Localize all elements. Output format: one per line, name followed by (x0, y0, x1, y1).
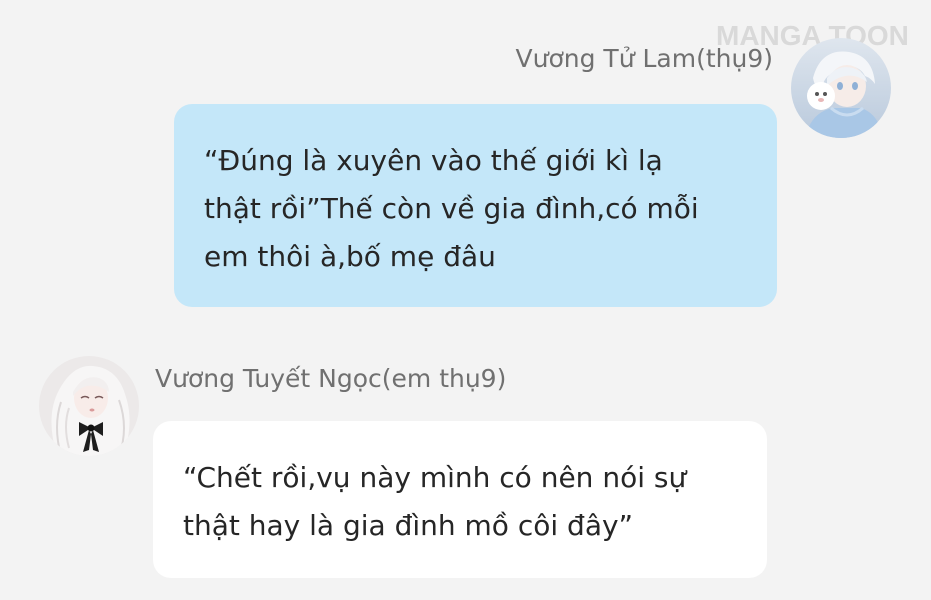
message-line: em thôi à,bố mẹ đâu (204, 240, 496, 273)
message-line: thật rồi”Thế còn về gia đình,có mỗi (204, 192, 699, 225)
message-line: “Đúng là xuyên vào thế giới kì lạ (204, 144, 663, 177)
sender-name-left: Vương Tuyết Ngọc(em thụ9) (155, 364, 507, 393)
message-line: thật hay là gia đình mồ côi đây” (183, 509, 634, 542)
message-bubble-left[interactable]: “Chết rồi,vụ này mình có nên nói sự thật… (153, 421, 767, 578)
message-bubble-right[interactable]: “Đúng là xuyên vào thế giới kì lạ thật r… (174, 104, 777, 307)
sender-name-right: Vương Tử Lam(thụ9) (515, 44, 773, 73)
avatar-right-image (791, 38, 891, 138)
avatar-left-image (39, 356, 139, 456)
avatar-light-hair-icon[interactable] (791, 38, 891, 138)
avatar-white-hair-girl-icon[interactable] (39, 356, 139, 456)
chat-screen: MANGA TOON Vương Tử Lam(thụ9) “Đúng là x… (0, 0, 931, 600)
message-line: “Chết rồi,vụ này mình có nên nói sự (183, 461, 687, 494)
